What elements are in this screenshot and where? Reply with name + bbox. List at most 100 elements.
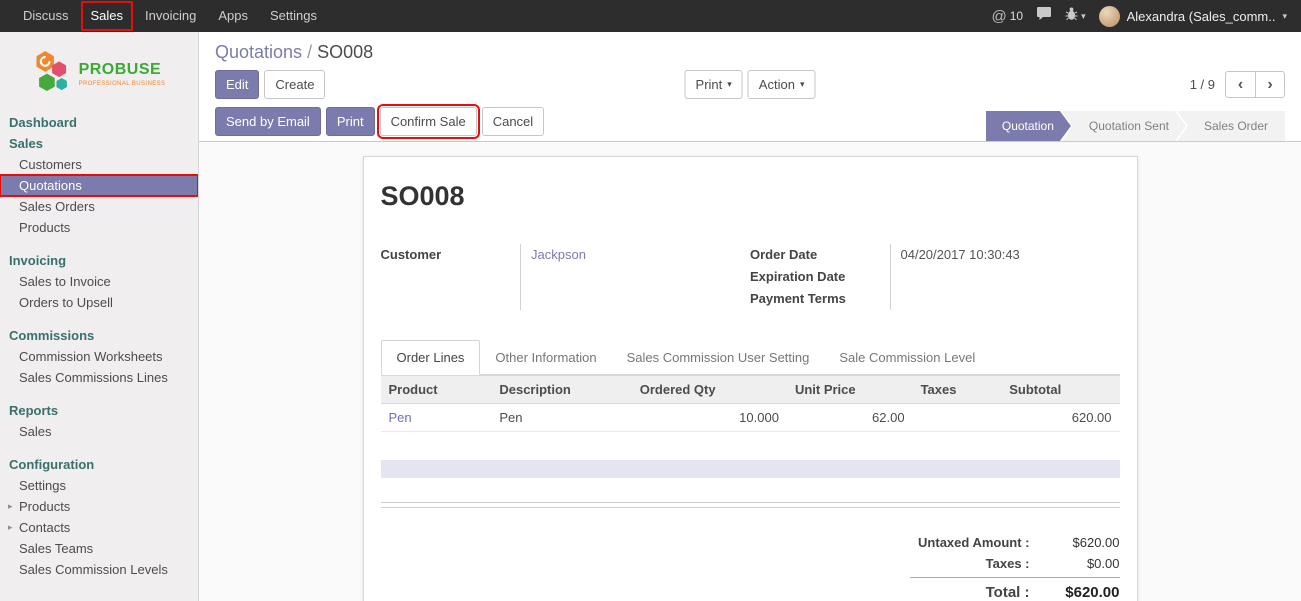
chevron-down-icon: ▾: [800, 80, 805, 89]
action-dropdown[interactable]: Action ▾: [748, 70, 816, 99]
edit-create-buttons: Edit Create: [215, 70, 325, 99]
customer-value-link[interactable]: Jackpson: [521, 244, 751, 310]
sidebar-item-label: Products: [19, 499, 70, 514]
customer-label: Customer: [381, 244, 521, 310]
sidebar-item-reports-sales[interactable]: Sales: [0, 421, 198, 442]
table-row[interactable]: Pen Pen 10.000 62.00 620.00: [381, 404, 1120, 432]
pager-next-button[interactable]: ›: [1255, 71, 1285, 98]
sidebar-item-config-contacts[interactable]: ▸ Contacts: [0, 517, 198, 538]
statusbar-step-sales-order[interactable]: Sales Order: [1177, 111, 1285, 141]
pager: 1 / 9 ‹ ›: [1190, 71, 1285, 98]
avatar: [1099, 6, 1120, 27]
expand-arrow-icon: ▸: [8, 522, 13, 533]
confirm-sale-button[interactable]: Confirm Sale: [380, 107, 477, 136]
topbar-menu-invoicing[interactable]: Invoicing: [134, 0, 207, 32]
separator-line: [381, 502, 1120, 503]
cell-description: Pen: [491, 404, 631, 432]
order-lines-table: Product Description Ordered Qty Unit Pri…: [381, 375, 1120, 432]
topbar-menu-discuss[interactable]: Discuss: [12, 0, 80, 32]
taxes-row: Taxes : $0.00: [910, 553, 1120, 574]
sidebar-section-commissions[interactable]: Commissions: [0, 325, 198, 346]
sidebar-item-customers[interactable]: Customers: [0, 154, 198, 175]
order-lines-empty-row: [381, 460, 1120, 478]
record-action-buttons: Send by Email Print Confirm Sale Cancel: [215, 107, 544, 136]
mentions-counter[interactable]: @ 10: [992, 8, 1024, 25]
order-date-value: 04/20/2017 10:30:43: [890, 244, 1120, 266]
form-view-area: SO008 Customer Jackpson Order Date 04/20: [199, 142, 1301, 601]
sidebar-section-sales[interactable]: Sales: [0, 133, 198, 154]
content: Quotations/SO008 Edit Create Print ▾ Act…: [199, 32, 1301, 601]
tab-other-information[interactable]: Other Information: [480, 341, 611, 374]
topbar-menu-apps[interactable]: Apps: [207, 0, 259, 32]
logo-subtitle: PROFESSIONAL BUSINESS: [79, 81, 166, 87]
sidebar-item-sales-commission-levels[interactable]: Sales Commission Levels: [0, 559, 198, 580]
breadcrumb-current: SO008: [317, 42, 373, 62]
statusbar-step-quotation[interactable]: Quotation: [986, 111, 1071, 141]
pager-previous-button[interactable]: ‹: [1225, 71, 1255, 98]
order-date-row: Order Date 04/20/2017 10:30:43: [750, 244, 1120, 266]
cell-unit-price: 62.00: [787, 404, 913, 432]
control-panel-row-2: Send by Email Print Confirm Sale Cancel …: [199, 107, 1301, 142]
form-group-left: Customer Jackpson: [381, 244, 751, 310]
probuse-logo-text: PROBUSE PROFESSIONAL BUSINESS: [79, 61, 166, 87]
messages-button[interactable]: [1036, 6, 1052, 26]
sidebar-item-sales-commissions-lines[interactable]: Sales Commissions Lines: [0, 367, 198, 388]
statusbar: Quotation Quotation Sent Sales Order: [986, 111, 1285, 141]
untaxed-amount-label: Untaxed Amount :: [910, 535, 1042, 550]
edit-button[interactable]: Edit: [215, 70, 259, 99]
sidebar-section-invoicing[interactable]: Invoicing: [0, 250, 198, 271]
print-button[interactable]: Print: [326, 107, 375, 136]
sidebar-item-commission-worksheets[interactable]: Commission Worksheets: [0, 346, 198, 367]
cell-taxes: [913, 404, 1002, 432]
sidebar-item-products[interactable]: Products: [0, 217, 198, 238]
cell-product[interactable]: Pen: [381, 404, 492, 432]
topbar-menu-sales[interactable]: Sales: [80, 0, 135, 32]
sidebar-item-orders-to-upsell[interactable]: Orders to Upsell: [0, 292, 198, 313]
mention-count: 10: [1010, 9, 1023, 23]
breadcrumb-quotations-link[interactable]: Quotations: [215, 42, 302, 62]
cell-subtotal: 620.00: [1001, 404, 1119, 432]
payment-terms-row: Payment Terms: [750, 288, 1120, 310]
sidebar-item-sales-orders[interactable]: Sales Orders: [0, 196, 198, 217]
sidebar-item-sales-to-invoice[interactable]: Sales to Invoice: [0, 271, 198, 292]
print-dropdown[interactable]: Print ▾: [685, 70, 743, 99]
sidebar-section-reports[interactable]: Reports: [0, 400, 198, 421]
tab-bar: Order Lines Other Information Sales Comm…: [381, 340, 1120, 375]
expiration-date-value: [890, 266, 1120, 288]
pager-count: 1 / 9: [1190, 77, 1215, 92]
sidebar-section-configuration[interactable]: Configuration: [0, 454, 198, 475]
sidebar-item-settings[interactable]: Settings: [0, 475, 198, 496]
untaxed-amount-row: Untaxed Amount : $620.00: [910, 532, 1120, 553]
pager-buttons: ‹ ›: [1225, 71, 1285, 98]
send-by-email-button[interactable]: Send by Email: [215, 107, 321, 136]
sidebar-item-quotations[interactable]: Quotations: [0, 175, 198, 196]
breadcrumb: Quotations/SO008: [215, 42, 1285, 63]
sidebar-item-dashboard[interactable]: Dashboard: [0, 112, 198, 133]
debug-menu[interactable]: ▾: [1065, 7, 1086, 26]
column-header-subtotal: Subtotal: [1001, 376, 1119, 404]
sidebar-item-sales-teams[interactable]: Sales Teams: [0, 538, 198, 559]
screen: Discuss Sales Invoicing Apps Settings @ …: [0, 0, 1301, 601]
topbar-menu-settings[interactable]: Settings: [259, 0, 328, 32]
page-title: SO008: [381, 181, 1120, 212]
statusbar-step-quotation-sent[interactable]: Quotation Sent: [1062, 111, 1186, 141]
column-header-ordered-qty: Ordered Qty: [632, 376, 787, 404]
untaxed-amount-value: $620.00: [1042, 535, 1120, 550]
payment-terms-value: [890, 288, 1120, 310]
topbar: Discuss Sales Invoicing Apps Settings @ …: [0, 0, 1301, 32]
user-menu[interactable]: Alexandra (Sales_comm.. ▾: [1099, 6, 1287, 27]
form-header-group: Customer Jackpson Order Date 04/20/2017 …: [381, 244, 1120, 310]
tab-sale-commission-level[interactable]: Sale Commission Level: [824, 341, 990, 374]
sidebar-item-config-products[interactable]: ▸ Products: [0, 496, 198, 517]
taxes-label: Taxes :: [910, 556, 1042, 571]
totals-table: Untaxed Amount : $620.00 Taxes : $0.00 T…: [910, 532, 1120, 601]
cancel-button[interactable]: Cancel: [482, 107, 544, 136]
form-group-right: Order Date 04/20/2017 10:30:43 Expiratio…: [750, 244, 1120, 310]
tab-sales-commission-user-setting[interactable]: Sales Commission User Setting: [612, 341, 825, 374]
create-button[interactable]: Create: [264, 70, 325, 99]
control-panel-row-1: Edit Create Print ▾ Action ▾: [215, 71, 1285, 98]
tab-order-lines[interactable]: Order Lines: [381, 340, 481, 375]
total-label: Total :: [910, 584, 1042, 601]
table-header-row: Product Description Ordered Qty Unit Pri…: [381, 376, 1120, 404]
probuse-logo: PROBUSE PROFESSIONAL BUSINESS: [0, 32, 198, 112]
